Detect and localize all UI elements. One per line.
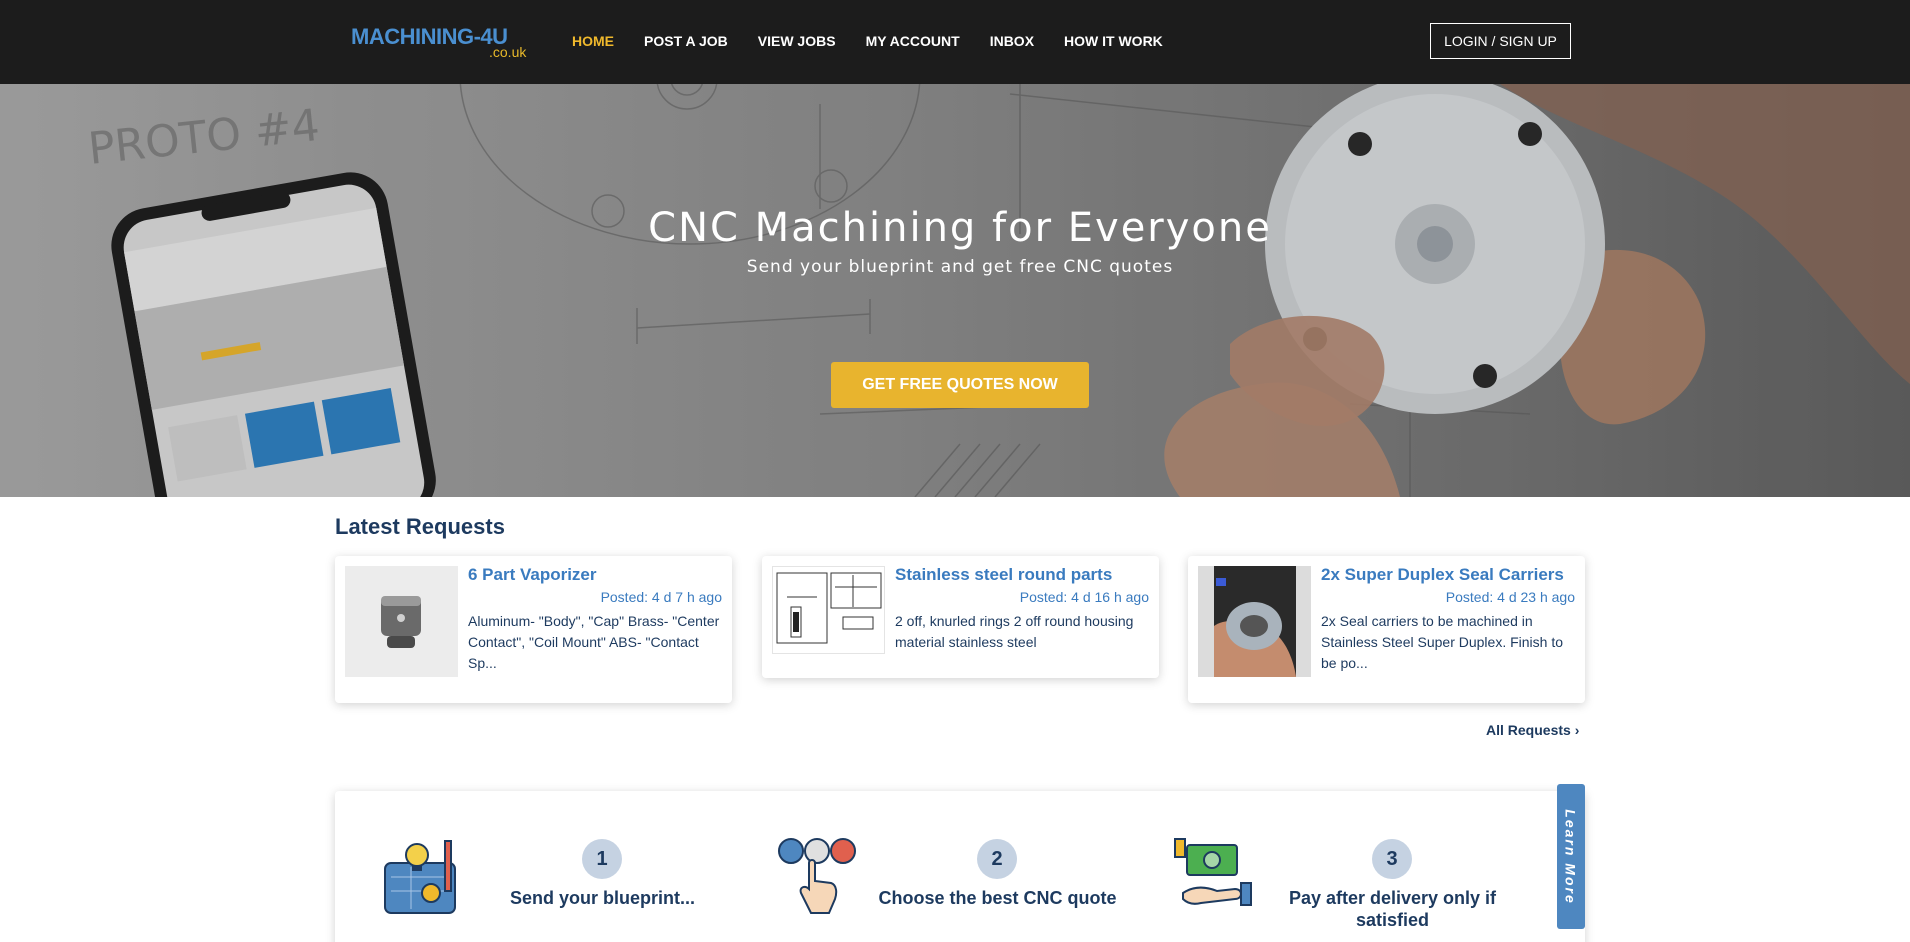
- learn-more-tab[interactable]: Learn More: [1557, 784, 1585, 929]
- chevron-right-icon: ›: [1574, 722, 1580, 738]
- login-signup-button[interactable]: LOGIN / SIGN UP: [1430, 23, 1571, 59]
- choose-person-icon: [777, 837, 857, 917]
- hero-subtitle: Send your blueprint and get free CNC quo…: [746, 257, 1174, 277]
- site-logo[interactable]: MACHINING-4U .co.uk: [351, 24, 531, 64]
- nav-home[interactable]: HOME: [572, 33, 614, 49]
- get-free-quotes-button[interactable]: GET FREE QUOTES NOW: [831, 362, 1089, 408]
- request-posted-time: Posted: 4 d 23 h ago: [1445, 589, 1575, 605]
- technical-drawing-image[interactable]: [772, 566, 885, 654]
- payment-hand-icon: [1173, 837, 1253, 917]
- blueprint-icon: [381, 837, 461, 917]
- nav-post-a-job[interactable]: POST A JOB: [644, 33, 728, 49]
- nav-inbox[interactable]: INBOX: [990, 33, 1034, 49]
- request-description: Aluminum- "Body", "Cap" Brass- "Center C…: [468, 613, 720, 671]
- all-requests-link[interactable]: All Requests ›: [1486, 722, 1579, 738]
- hero-background-illustration: PROTO #4: [0, 84, 1910, 497]
- request-title[interactable]: Stainless steel round parts: [895, 565, 1112, 585]
- step-number: 2: [977, 839, 1017, 879]
- request-posted-time: Posted: 4 d 7 h ago: [600, 589, 722, 605]
- step-number: 3: [1372, 839, 1412, 879]
- hero-title: CNC Machining for Everyone: [648, 205, 1272, 251]
- nav-my-account[interactable]: MY ACCOUNT: [866, 33, 960, 49]
- site-header: MACHINING-4U .co.uk HOME POST A JOB VIEW…: [0, 0, 1910, 84]
- step-number: 1: [582, 839, 622, 879]
- latest-requests-heading: Latest Requests: [335, 514, 505, 539]
- how-it-works-panel: 1 Send your blueprint... 2 Choose the be…: [335, 791, 1585, 942]
- step-text: Choose the best CNC quote: [878, 888, 1117, 908]
- vaporizer-part-image[interactable]: [345, 566, 458, 677]
- learn-more-label: Learn More: [1563, 808, 1579, 905]
- logo-domain-text: .co.uk: [489, 44, 527, 60]
- request-posted-time: Posted: 4 d 16 h ago: [1019, 589, 1149, 605]
- request-title[interactable]: 6 Part Vaporizer: [468, 565, 597, 585]
- hero-banner: PROTO #4 CNC Machining for Everyone Send…: [0, 84, 1910, 497]
- request-card[interactable]: 2x Super Duplex Seal Carriers Posted: 4 …: [1188, 556, 1585, 703]
- step-text: Pay after delivery only if satisfied: [1288, 888, 1497, 930]
- request-title[interactable]: 2x Super Duplex Seal Carriers: [1321, 565, 1564, 585]
- seal-carrier-photo[interactable]: [1198, 566, 1311, 677]
- request-card[interactable]: Stainless steel round parts Posted: 4 d …: [762, 556, 1159, 678]
- nav-how-it-work[interactable]: HOW IT WORK: [1064, 33, 1163, 49]
- main-nav: HOME POST A JOB VIEW JOBS MY ACCOUNT INB…: [572, 33, 1193, 49]
- all-requests-label: All Requests: [1486, 722, 1571, 738]
- logo-main-text: MACHINING-4U: [351, 24, 508, 49]
- step-text: Send your blueprint...: [509, 888, 695, 908]
- nav-view-jobs[interactable]: VIEW JOBS: [758, 33, 836, 49]
- request-description: 2 off, knurled rings 2 off round housing…: [895, 613, 1134, 650]
- request-card[interactable]: 6 Part Vaporizer Posted: 4 d 7 h ago Alu…: [335, 556, 732, 703]
- request-description: 2x Seal carriers to be machined in Stain…: [1321, 613, 1564, 671]
